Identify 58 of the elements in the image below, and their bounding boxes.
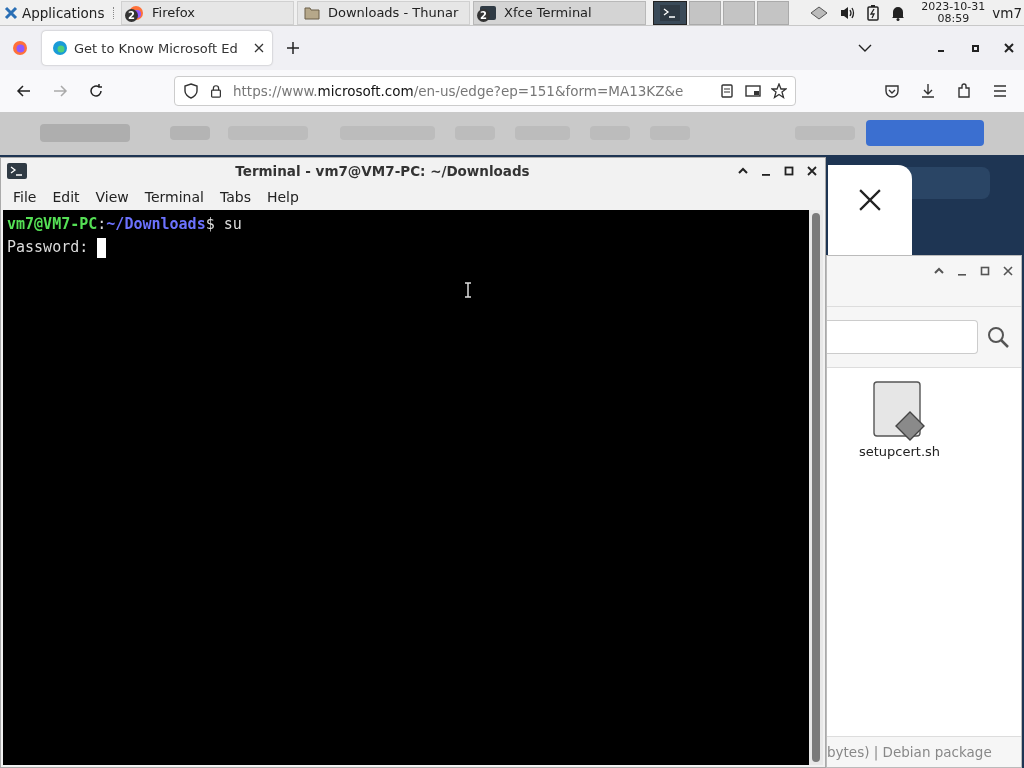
chevron-down-icon[interactable] (858, 43, 872, 53)
taskbar-button[interactable]: Downloads - Thunar (297, 0, 470, 25)
menu-item[interactable]: Tabs (211, 189, 259, 205)
shield-icon[interactable] (183, 83, 199, 99)
maximize-icon[interactable] (970, 43, 980, 53)
pocket-icon[interactable] (884, 83, 900, 99)
close-icon[interactable] (254, 43, 264, 53)
reader-view-icon[interactable] (719, 83, 735, 99)
window-title: Terminal - vm7@VM7-PC: ~/Downloads (234, 163, 531, 179)
menu-item[interactable]: Help (258, 189, 307, 205)
i-beam-cursor-icon (464, 282, 472, 298)
terminal-line: vm7@VM7-PC:~/Downloads$ su (7, 214, 243, 235)
applications-menu[interactable]: Applications (0, 4, 110, 21)
search-field[interactable] (827, 320, 978, 354)
user-name[interactable]: vm7 (992, 4, 1022, 21)
taskbar-button[interactable]: 2 Xfce Terminal (473, 0, 646, 25)
terminal-screen[interactable]: vm7@VM7-PC:~/Downloads$ su Password: (3, 210, 823, 765)
star-icon[interactable] (771, 83, 787, 99)
terminal-line: Password: (7, 237, 90, 258)
taskbar-button[interactable]: 2 Firefox (121, 0, 294, 25)
picture-in-picture-icon[interactable] (745, 83, 761, 99)
maximize-icon[interactable] (784, 166, 794, 176)
browser-tab[interactable]: Get to Know Microsoft Ed (42, 31, 272, 65)
folder-icon (304, 4, 320, 21)
download-icon[interactable] (920, 83, 936, 99)
back-icon[interactable] (16, 83, 32, 99)
scrollbar[interactable] (809, 210, 823, 765)
puzzle-icon[interactable] (956, 83, 972, 99)
close-icon[interactable] (859, 189, 881, 211)
terminal-icon (660, 4, 680, 21)
menu-item[interactable]: Terminal (136, 189, 212, 205)
file-name[interactable]: setupcert.sh (859, 444, 941, 459)
volume-icon[interactable] (840, 4, 857, 21)
menu-icon[interactable] (992, 83, 1008, 99)
status-text: bytes) | Debian package (827, 744, 992, 760)
clock[interactable]: 2023-10-31 08:59 (921, 0, 986, 25)
reload-icon[interactable] (88, 83, 104, 99)
roll-up-icon[interactable] (738, 166, 748, 176)
menu-item[interactable]: View (87, 189, 137, 205)
bell-icon[interactable] (890, 4, 907, 21)
lock-icon[interactable] (209, 83, 223, 99)
search-icon[interactable] (986, 325, 1010, 349)
menu-item[interactable]: Edit (44, 189, 88, 205)
text-cursor (97, 237, 107, 258)
close-icon[interactable] (1004, 43, 1014, 53)
battery-icon[interactable] (867, 4, 880, 21)
x-logo-icon (4, 5, 18, 20)
maximize-icon[interactable] (980, 266, 990, 276)
new-tab-icon[interactable] (286, 41, 300, 55)
network-icon[interactable] (809, 4, 830, 21)
close-icon[interactable] (1003, 266, 1013, 276)
workspace-switcher[interactable] (653, 0, 789, 25)
address-bar[interactable]: https://www.microsoft.com/en-us/edge?ep=151&form=MA13KZ&e (174, 76, 796, 106)
browser-logo-icon[interactable] (12, 40, 28, 56)
roll-up-icon[interactable] (934, 266, 944, 276)
menu-item[interactable]: File (5, 189, 45, 205)
terminal-icon (7, 163, 27, 179)
close-icon[interactable] (807, 166, 817, 176)
